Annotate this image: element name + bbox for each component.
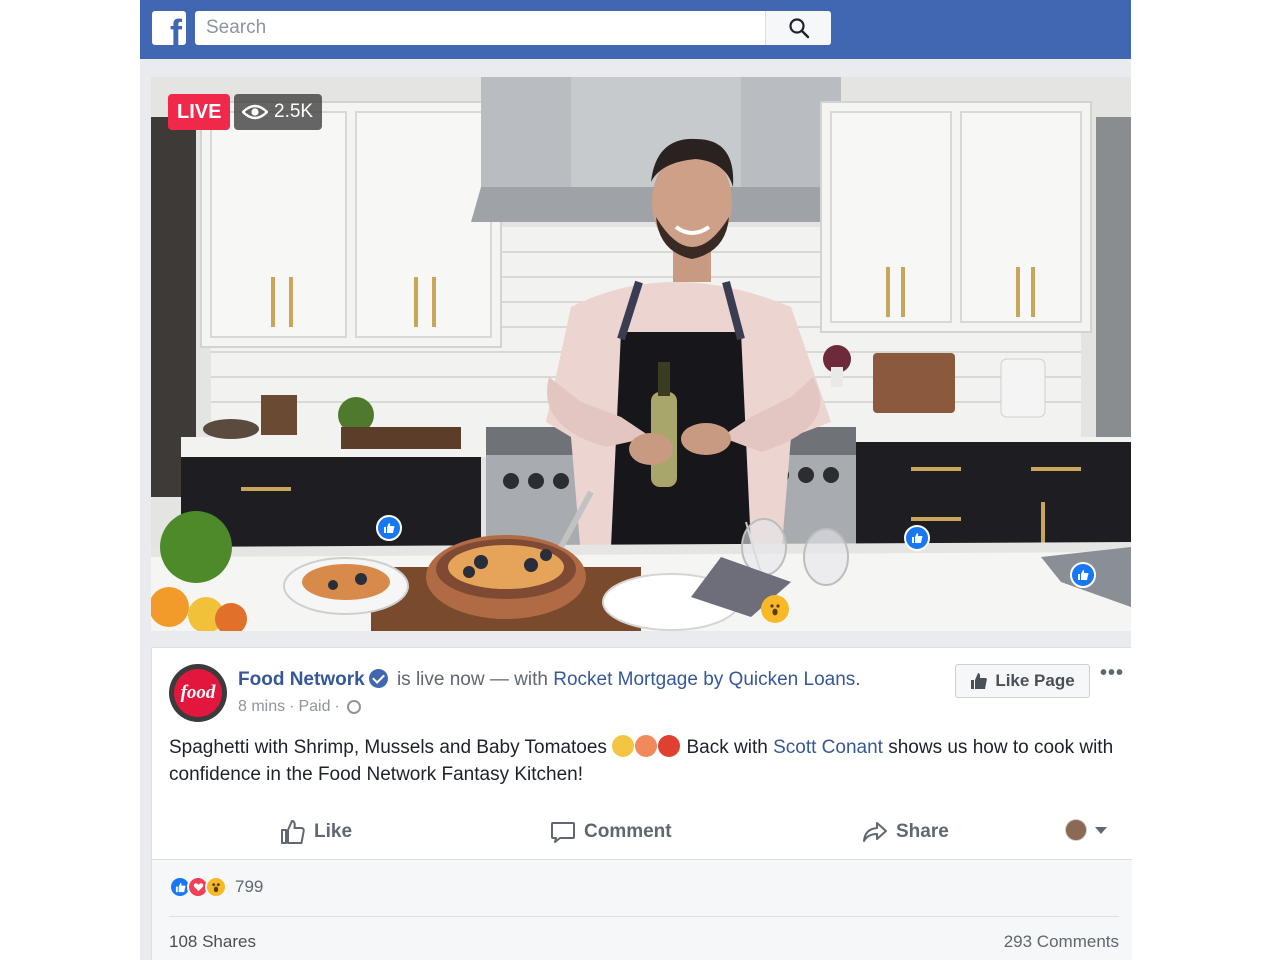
viewer-count-badge: 2.5K bbox=[234, 94, 323, 130]
live-video-player[interactable]: LIVE 2.5K bbox=[151, 77, 1131, 631]
tagged-page-link[interactable]: Rocket Mortgage by Quicken Loans. bbox=[553, 669, 860, 690]
post-meta: 8 mins · Paid · bbox=[238, 698, 361, 716]
post-text-part2: Back with bbox=[686, 737, 768, 758]
post-actions-bar: Like Comment Share bbox=[152, 808, 1132, 860]
live-badge: LIVE bbox=[168, 94, 231, 130]
more-options-icon[interactable]: ••• bbox=[1100, 662, 1124, 685]
post-headline: Food Network is live now — with Rocket M… bbox=[238, 669, 861, 691]
live-status-text: is live now — with bbox=[396, 669, 548, 690]
post-card: food Food Network is live now — with Roc… bbox=[151, 647, 1132, 960]
post-stats: 799 108 Shares 293 Comments bbox=[152, 860, 1132, 960]
verified-badge-icon bbox=[368, 669, 388, 688]
like-outline-icon bbox=[281, 820, 305, 844]
user-avatar bbox=[1065, 819, 1087, 841]
food-network-logo: food bbox=[174, 669, 222, 717]
like-page-button[interactable]: Like Page bbox=[955, 664, 1090, 698]
globe-icon bbox=[346, 700, 361, 714]
search-icon bbox=[788, 18, 809, 39]
top-nav-bar: f bbox=[140, 0, 1131, 59]
page-name-link[interactable]: Food Network bbox=[238, 669, 365, 690]
wow-reaction-icon bbox=[205, 876, 227, 898]
facebook-logo-icon[interactable]: f bbox=[152, 11, 186, 45]
eye-icon bbox=[242, 104, 268, 120]
chevron-down-icon bbox=[1095, 826, 1107, 834]
post-as-selector[interactable] bbox=[1065, 819, 1107, 841]
spaghetti-emoji-icon bbox=[612, 735, 635, 757]
comment-outline-icon bbox=[551, 822, 575, 843]
floating-like-reaction-icon bbox=[1070, 562, 1096, 588]
meta-separator: · bbox=[334, 698, 340, 715]
post-time[interactable]: 8 mins bbox=[238, 698, 285, 716]
like-button[interactable]: Like bbox=[280, 808, 352, 856]
search-box bbox=[195, 11, 831, 45]
comments-count-link[interactable]: 293 Comments bbox=[1004, 932, 1119, 952]
floating-wow-reaction-icon bbox=[761, 595, 789, 623]
floating-like-reaction-icon bbox=[904, 525, 930, 551]
reaction-count: 799 bbox=[235, 877, 264, 896]
mention-link[interactable]: Scott Conant bbox=[773, 737, 883, 758]
post-text-part1: Spaghetti with Shrimp, Mussels and Baby … bbox=[169, 737, 607, 758]
search-input[interactable] bbox=[195, 11, 765, 45]
facebook-page: f Search LIVE 2.5K food Food Network is … bbox=[0, 0, 1271, 960]
share-button[interactable]: Share bbox=[862, 808, 949, 856]
thumbs-up-icon bbox=[971, 673, 988, 689]
shares-count-link[interactable]: 108 Shares bbox=[169, 932, 256, 952]
reactions-summary[interactable]: 799 bbox=[169, 876, 263, 898]
page-avatar[interactable]: food bbox=[169, 664, 227, 722]
shrimp-emoji-icon bbox=[635, 735, 658, 757]
tomato-emoji-icon bbox=[658, 735, 681, 757]
paid-label: Paid bbox=[298, 698, 331, 715]
kitchen-video-frame bbox=[151, 77, 1131, 631]
post-text: Spaghetti with Shrimp, Mussels and Baby … bbox=[169, 734, 1114, 788]
floating-like-reaction-icon bbox=[376, 515, 402, 541]
search-button[interactable] bbox=[765, 11, 831, 45]
meta-separator: · bbox=[289, 698, 295, 715]
viewer-count: 2.5K bbox=[274, 101, 314, 122]
divider bbox=[169, 916, 1119, 917]
comment-button[interactable]: Comment bbox=[550, 808, 672, 856]
share-arrow-icon bbox=[863, 822, 887, 842]
